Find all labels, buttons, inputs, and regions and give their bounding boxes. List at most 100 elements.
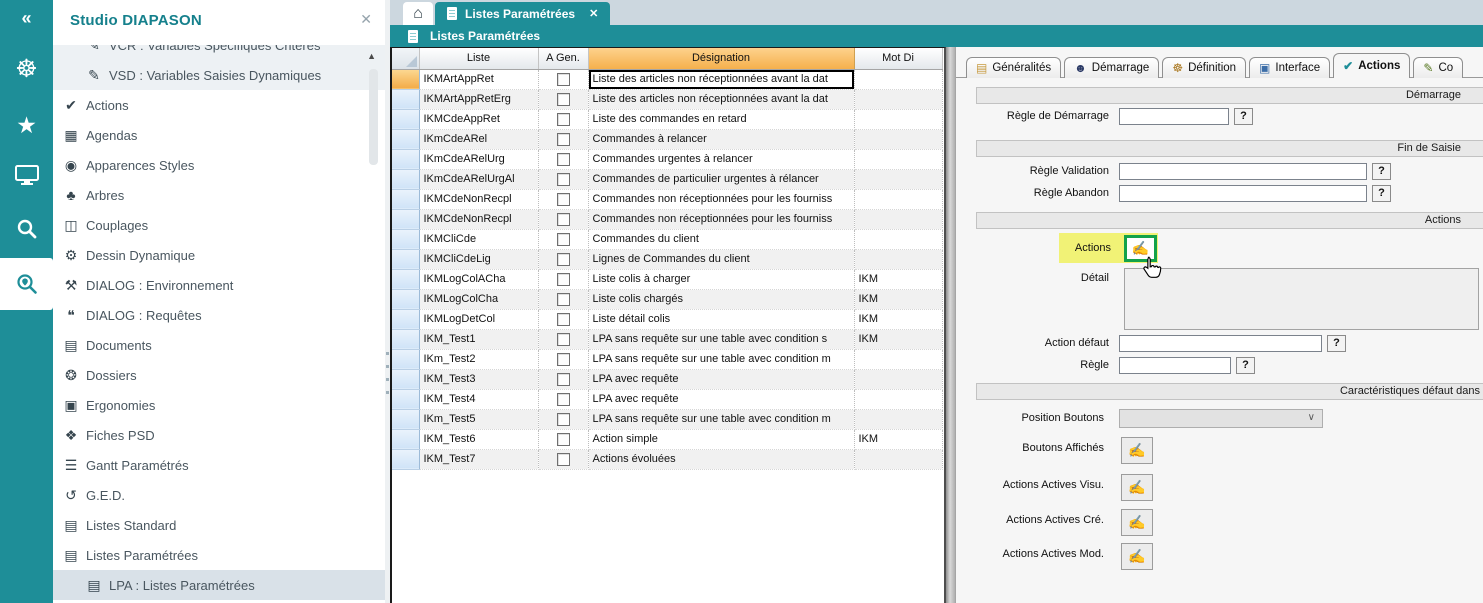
checkbox[interactable] bbox=[557, 393, 570, 406]
table-panel-splitter[interactable] bbox=[946, 47, 955, 603]
cell-liste[interactable]: IKmCdeARelUrgAl bbox=[419, 169, 538, 189]
cell-mot-directeur[interactable] bbox=[854, 249, 942, 269]
cell-designation[interactable]: Lignes de Commandes du client bbox=[588, 249, 854, 269]
cell-a-gen[interactable] bbox=[538, 309, 588, 329]
panel-tab[interactable]: ▤ Généralités bbox=[966, 57, 1061, 78]
modules-wheel-icon[interactable]: ☸ bbox=[0, 54, 53, 84]
row-selector-cell[interactable] bbox=[392, 249, 419, 269]
checkbox[interactable] bbox=[557, 273, 570, 286]
cell-liste[interactable]: IKm_Test5 bbox=[419, 409, 538, 429]
table-row[interactable]: IKMArtAppRet Liste des articles non réce… bbox=[392, 69, 942, 89]
cell-a-gen[interactable] bbox=[538, 389, 588, 409]
sidebar-item[interactable]: ◉ Apparences Styles bbox=[53, 150, 385, 180]
screens-monitor-icon[interactable] bbox=[0, 165, 53, 190]
cell-a-gen[interactable] bbox=[538, 209, 588, 229]
row-selector-cell[interactable] bbox=[392, 229, 419, 249]
cell-designation[interactable]: Commandes non réceptionnées pour les fou… bbox=[588, 209, 854, 229]
regle-help-button[interactable]: ? bbox=[1236, 357, 1255, 374]
cell-a-gen[interactable] bbox=[538, 349, 588, 369]
row-selector-cell[interactable] bbox=[392, 409, 419, 429]
table-row[interactable]: IKm_Test2 LPA sans requête sur une table… bbox=[392, 349, 942, 369]
sidebar-item[interactable]: ▤ Listes Paramétrées bbox=[53, 540, 385, 570]
cell-mot-directeur[interactable] bbox=[854, 449, 942, 469]
checkbox[interactable] bbox=[557, 413, 570, 426]
cell-liste[interactable]: IKMLogDetCol bbox=[419, 309, 538, 329]
table-row[interactable]: IKM_Test6 Action simple IKM bbox=[392, 429, 942, 449]
cell-liste[interactable]: IKM_Test4 bbox=[419, 389, 538, 409]
table-row[interactable]: IKMCdeAppRet Liste des commandes en reta… bbox=[392, 109, 942, 129]
cell-mot-directeur[interactable]: IKM bbox=[854, 269, 942, 289]
cell-designation[interactable]: LPA sans requête sur une table avec cond… bbox=[588, 409, 854, 429]
table-row[interactable]: IKM_Test3 LPA avec requête bbox=[392, 369, 942, 389]
cell-mot-directeur[interactable] bbox=[854, 129, 942, 149]
close-tab-icon[interactable]: ✕ bbox=[589, 7, 598, 20]
sidebar-item[interactable]: ▤ LPA : Listes Paramétrées bbox=[53, 570, 385, 600]
cell-liste[interactable]: IKM_Test3 bbox=[419, 369, 538, 389]
cell-mot-directeur[interactable]: IKM bbox=[854, 429, 942, 449]
panel-tab[interactable]: ▣ Interface bbox=[1249, 57, 1330, 78]
action-defaut-help-button[interactable]: ? bbox=[1327, 335, 1346, 352]
cell-liste[interactable]: IKmCdeARelUrg bbox=[419, 149, 538, 169]
position-boutons-select[interactable]: ∨ bbox=[1119, 409, 1323, 428]
cell-mot-directeur[interactable]: IKM bbox=[854, 289, 942, 309]
checkbox[interactable] bbox=[557, 253, 570, 266]
cell-liste[interactable]: IKMArtAppRet bbox=[419, 69, 538, 89]
sidebar-item[interactable]: ⚙ Dessin Dynamique bbox=[53, 240, 385, 270]
sidebar-item[interactable]: ↺ G.E.D. bbox=[53, 480, 385, 510]
column-header-designation[interactable]: Désignation bbox=[588, 48, 854, 69]
sidebar-item[interactable]: ▤ Documents bbox=[53, 330, 385, 360]
cell-designation[interactable]: Action simple bbox=[588, 429, 854, 449]
hand-edit-button[interactable]: ✍ bbox=[1121, 543, 1153, 570]
cell-designation[interactable]: Liste détail colis bbox=[588, 309, 854, 329]
checkbox[interactable] bbox=[557, 113, 570, 126]
cell-mot-directeur[interactable] bbox=[854, 89, 942, 109]
cell-designation[interactable]: Actions évoluées bbox=[588, 449, 854, 469]
cell-designation[interactable]: Liste des commandes en retard bbox=[588, 109, 854, 129]
cell-mot-directeur[interactable] bbox=[854, 169, 942, 189]
table-row[interactable]: IKMCdeNonRecpl Commandes non réceptionné… bbox=[392, 209, 942, 229]
cell-a-gen[interactable] bbox=[538, 169, 588, 189]
row-selector-cell[interactable] bbox=[392, 429, 419, 449]
checkbox[interactable] bbox=[557, 233, 570, 246]
cell-a-gen[interactable] bbox=[538, 109, 588, 129]
panel-tab[interactable]: ☸ Définition bbox=[1162, 57, 1246, 78]
regle-validation-help-button[interactable]: ? bbox=[1372, 163, 1391, 180]
cell-a-gen[interactable] bbox=[538, 89, 588, 109]
regle-demarrage-input[interactable] bbox=[1119, 108, 1229, 125]
cell-a-gen[interactable] bbox=[538, 409, 588, 429]
table-row[interactable]: IKMArtAppRetErg Liste des articles non r… bbox=[392, 89, 942, 109]
table-row[interactable]: IKMLogColACha Liste colis à charger IKM bbox=[392, 269, 942, 289]
row-selector-cell[interactable] bbox=[392, 329, 419, 349]
cell-a-gen[interactable] bbox=[538, 369, 588, 389]
checkbox[interactable] bbox=[557, 153, 570, 166]
checkbox[interactable] bbox=[557, 453, 570, 466]
row-selector-cell[interactable] bbox=[392, 389, 419, 409]
table-row[interactable]: IKMCliCde Commandes du client bbox=[392, 229, 942, 249]
cell-mot-directeur[interactable] bbox=[854, 349, 942, 369]
row-selector-cell[interactable] bbox=[392, 129, 419, 149]
sidebar-item[interactable]: ▦ Agendas bbox=[53, 120, 385, 150]
cell-a-gen[interactable] bbox=[538, 329, 588, 349]
cell-a-gen[interactable] bbox=[538, 129, 588, 149]
cell-a-gen[interactable] bbox=[538, 289, 588, 309]
column-header-mot-directeur[interactable]: Mot Di bbox=[854, 48, 942, 69]
table-row[interactable]: IKM_Test4 LPA avec requête bbox=[392, 389, 942, 409]
sidebar-item[interactable]: ✔ Actions bbox=[53, 90, 385, 120]
hand-edit-button[interactable]: ✍ bbox=[1121, 474, 1153, 501]
cell-mot-directeur[interactable]: IKM bbox=[854, 329, 942, 349]
row-selector-cell[interactable] bbox=[392, 149, 419, 169]
cell-a-gen[interactable] bbox=[538, 249, 588, 269]
regle-validation-input[interactable] bbox=[1119, 163, 1367, 180]
sidebar-scrollbar-thumb[interactable] bbox=[369, 69, 378, 165]
cell-a-gen[interactable] bbox=[538, 269, 588, 289]
cell-designation[interactable]: Liste colis chargés bbox=[588, 289, 854, 309]
regle-demarrage-help-button[interactable]: ? bbox=[1234, 108, 1253, 125]
cell-liste[interactable]: IKM_Test1 bbox=[419, 329, 538, 349]
checkbox[interactable] bbox=[557, 373, 570, 386]
column-header-a-gen[interactable]: A Gen. bbox=[538, 48, 588, 69]
cell-mot-directeur[interactable] bbox=[854, 109, 942, 129]
sidebar-item[interactable]: ☰ Gantt Paramétrés bbox=[53, 450, 385, 480]
cell-mot-directeur[interactable] bbox=[854, 389, 942, 409]
collapse-sidebar-icon[interactable]: « bbox=[0, 8, 53, 29]
cell-mot-directeur[interactable] bbox=[854, 209, 942, 229]
